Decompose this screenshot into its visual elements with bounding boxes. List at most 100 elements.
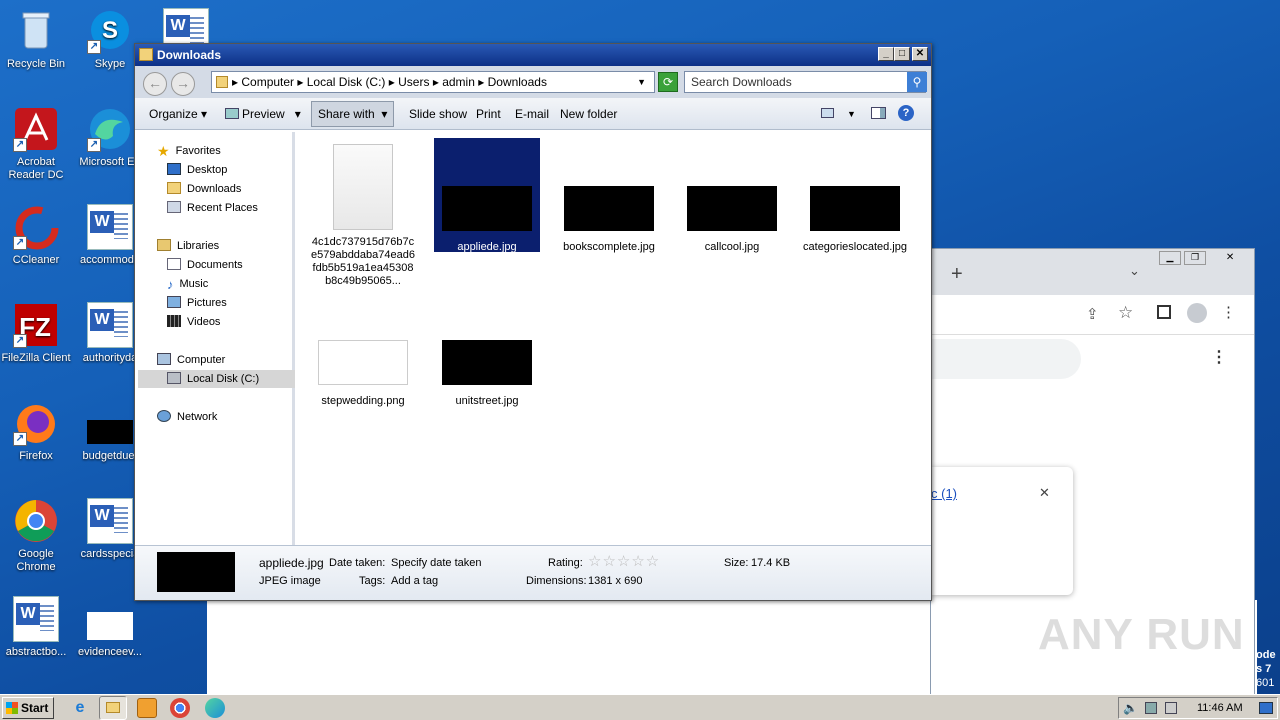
desktop-icon-chrome[interactable]: Google Chrome	[0, 498, 74, 574]
popup-close-button[interactable]: ✕	[1039, 485, 1050, 501]
maximize-button[interactable]: □	[894, 47, 910, 61]
forward-button[interactable]: →	[171, 72, 195, 96]
search-box[interactable]	[931, 339, 1081, 379]
minimize-button[interactable]: _	[878, 47, 894, 61]
nav-downloads[interactable]: Downloads	[167, 180, 241, 198]
preview-button[interactable]: Preview ▾	[225, 107, 301, 121]
desktop-icon-recycle-bin[interactable]: Recycle Bin	[0, 8, 74, 71]
breadcrumb-users[interactable]: Users	[398, 75, 429, 89]
chrome-icon	[13, 498, 59, 544]
change-view-icon[interactable]	[821, 107, 834, 121]
nav-favorites[interactable]: ★ Favorites	[157, 142, 221, 160]
desktop-icon-ccleaner[interactable]: ↗ CCleaner	[0, 204, 74, 267]
back-button[interactable]: ←	[143, 72, 167, 96]
search-input[interactable]: Search Downloads	[684, 71, 926, 93]
desktop-icon-acrobat[interactable]: ↗ Acrobat Reader DC	[0, 106, 74, 182]
close-button[interactable]: ✕	[912, 47, 928, 61]
volume-icon[interactable]: 🔈	[1123, 698, 1138, 718]
nav-network[interactable]: Network	[157, 408, 217, 426]
breadcrumb-computer[interactable]: Computer	[241, 75, 294, 89]
desktop-icon-image-file[interactable]: evidenceev...	[72, 596, 148, 659]
explorer-titlebar[interactable]: Downloads _ □ ✕	[135, 44, 931, 66]
nav-computer[interactable]: Computer	[157, 351, 225, 369]
browser-close-button[interactable]: ✕	[1219, 252, 1241, 266]
nav-desktop[interactable]: Desktop	[167, 161, 227, 179]
slide-show-button[interactable]: Slide show	[409, 107, 467, 121]
desktop-icon-word-doc[interactable]: abstractbo...	[0, 596, 74, 659]
file-item[interactable]: categorieslocated.jpg	[802, 186, 908, 254]
pictures-icon	[167, 296, 181, 308]
new-tab-button[interactable]: +	[951, 263, 963, 286]
chrome-taskbar-icon[interactable]	[170, 698, 190, 718]
file-item[interactable]: 4c1dc737915d76b7ce579abddaba74ead6fdb5b5…	[310, 144, 416, 288]
date-taken-label: Date taken:	[329, 557, 386, 569]
explorer-taskbar-icon[interactable]	[99, 696, 127, 720]
edge-taskbar-icon[interactable]	[205, 698, 225, 718]
page-menu-icon[interactable]: ⋮	[1211, 347, 1227, 367]
breadcrumb-local-disk[interactable]: Local Disk (C:)	[307, 75, 386, 89]
nav-libraries[interactable]: Libraries	[157, 237, 219, 255]
file-item[interactable]: unitstreet.jpg	[434, 340, 540, 408]
word-doc-icon	[87, 498, 133, 544]
documents-icon	[167, 258, 181, 270]
libraries-icon	[157, 239, 171, 251]
address-field[interactable]: ▸ Computer ▸ Local Disk (C:) ▸ Users ▸ a…	[211, 71, 655, 93]
nav-music[interactable]: ♪ Music	[167, 275, 208, 293]
file-item[interactable]: stepwedding.png	[310, 340, 416, 408]
start-button[interactable]: Start	[2, 697, 54, 719]
new-folder-button[interactable]: New folder	[560, 107, 617, 121]
organize-button[interactable]: Organize ▾	[149, 107, 207, 121]
search-icon[interactable]: ⚲	[907, 72, 927, 92]
share-icon[interactable]: ⇪	[1086, 305, 1099, 323]
nav-recent-places[interactable]: Recent Places	[167, 199, 258, 217]
nav-pictures[interactable]: Pictures	[167, 294, 227, 312]
side-panel-icon[interactable]	[1157, 305, 1171, 319]
desktop-icon-filezilla[interactable]: FZ ↗ FileZilla Client	[0, 302, 74, 365]
date-taken-value[interactable]: Specify date taken	[391, 557, 482, 569]
network-tray-icon[interactable]	[1145, 702, 1157, 714]
details-thumbnail	[157, 552, 235, 592]
refresh-button[interactable]: ⟳	[658, 72, 678, 92]
clock[interactable]: 11:46 AM	[1197, 698, 1243, 718]
show-desktop-icon[interactable]	[1259, 702, 1273, 714]
action-center-icon[interactable]	[1165, 702, 1177, 714]
nav-documents[interactable]: Documents	[167, 256, 243, 274]
image-thumbnail	[442, 186, 532, 231]
download-link[interactable]: c (1)	[931, 486, 957, 501]
size-label: Size:	[724, 557, 749, 569]
tab-list-chevron-icon[interactable]: ⌄	[1129, 263, 1140, 279]
view-dropdown-icon[interactable]: ▼	[847, 109, 856, 119]
desktop-icon-word-doc[interactable]	[148, 8, 224, 46]
breadcrumb-downloads[interactable]: Downloads	[488, 75, 547, 89]
word-doc-icon	[87, 204, 133, 250]
tags-value[interactable]: Add a tag	[391, 575, 438, 587]
recent-places-icon	[167, 201, 181, 213]
browser-menu-icon[interactable]: ⋮	[1221, 303, 1236, 321]
window-title: Downloads	[157, 48, 222, 62]
desktop-icon-firefox[interactable]: ↗ Firefox	[0, 400, 74, 463]
preview-pane-icon[interactable]	[871, 107, 886, 122]
file-item-selected[interactable]: appliede.jpg	[434, 138, 540, 253]
browser-minimize-button[interactable]: ▁	[1159, 251, 1181, 265]
watermark: ANY RUN	[1038, 610, 1245, 659]
nav-videos[interactable]: Videos	[167, 313, 220, 331]
browser-restore-button[interactable]: ❐	[1184, 251, 1207, 265]
profile-avatar-icon[interactable]	[1187, 303, 1207, 323]
nav-local-disk[interactable]: Local Disk (C:)	[138, 370, 295, 388]
ie-taskbar-icon[interactable]: e	[70, 698, 90, 718]
address-dropdown-icon[interactable]: ▼	[637, 72, 646, 92]
rating-stars[interactable]: ☆☆☆☆☆	[588, 552, 660, 570]
media-player-taskbar-icon[interactable]	[137, 698, 157, 718]
network-icon	[157, 410, 171, 422]
music-icon: ♪	[167, 277, 174, 292]
email-button[interactable]: E-mail	[515, 107, 549, 121]
share-with-button[interactable]: Share with ▾	[311, 101, 395, 127]
file-item[interactable]: bookscomplete.jpg	[556, 186, 662, 254]
print-button[interactable]: Print	[476, 107, 501, 121]
browser-window-controls: ▁ ❐ ✕	[1159, 251, 1241, 266]
bookmark-star-icon[interactable]: ☆	[1118, 303, 1133, 323]
filezilla-icon: FZ ↗	[13, 302, 59, 348]
help-icon[interactable]: ?	[898, 105, 914, 121]
breadcrumb-admin[interactable]: admin	[442, 75, 475, 89]
file-item[interactable]: callcool.jpg	[679, 186, 785, 254]
